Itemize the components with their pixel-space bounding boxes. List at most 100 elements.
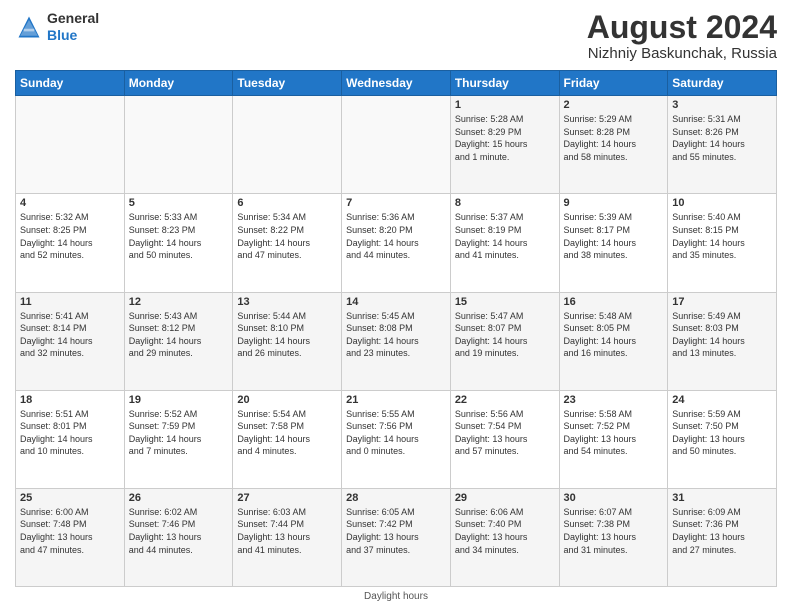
col-friday: Friday xyxy=(559,71,668,96)
day-number: 30 xyxy=(564,492,664,504)
page: General Blue August 2024 Nizhniy Baskunc… xyxy=(0,0,792,612)
day-number: 20 xyxy=(237,394,337,406)
day-info: Sunrise: 5:37 AM Sunset: 8:19 PM Dayligh… xyxy=(455,211,555,261)
day-number: 5 xyxy=(129,197,229,209)
day-number: 23 xyxy=(564,394,664,406)
day-number: 26 xyxy=(129,492,229,504)
day-number: 6 xyxy=(237,197,337,209)
day-info: Sunrise: 6:02 AM Sunset: 7:46 PM Dayligh… xyxy=(129,506,229,556)
day-number: 13 xyxy=(237,296,337,308)
table-row: 2 Sunrise: 5:29 AM Sunset: 8:28 PM Daylig… xyxy=(559,96,668,194)
table-row: 28 Sunrise: 6:05 AM Sunset: 7:42 PM Dayli… xyxy=(342,488,451,586)
table-row: 29 Sunrise: 6:06 AM Sunset: 7:40 PM Dayli… xyxy=(450,488,559,586)
logo-general: General xyxy=(47,10,99,27)
table-row: 15Sunrise: 5:47 AM Sunset: 8:07 PM Dayli… xyxy=(450,292,559,390)
day-info: Sunrise: 6:03 AM Sunset: 7:44 PM Dayligh… xyxy=(237,506,337,556)
col-tuesday: Tuesday xyxy=(233,71,342,96)
table-row xyxy=(16,96,125,194)
calendar-header-row: Sunday Monday Tuesday Wednesday Thursday… xyxy=(16,71,777,96)
table-row xyxy=(124,96,233,194)
day-number: 3 xyxy=(672,99,772,111)
day-info: Sunrise: 5:52 AM Sunset: 7:59 PM Dayligh… xyxy=(129,408,229,458)
day-info: Sunrise: 5:39 AM Sunset: 8:17 PM Dayligh… xyxy=(564,211,664,261)
day-number: 12 xyxy=(129,296,229,308)
day-number: 24 xyxy=(672,394,772,406)
table-row: 27 Sunrise: 6:03 AM Sunset: 7:44 PM Dayli… xyxy=(233,488,342,586)
day-info: Sunrise: 5:29 AM Sunset: 8:28 PM Dayligh… xyxy=(564,113,664,163)
title-section: August 2024 Nizhniy Baskunchak, Russia xyxy=(587,10,777,62)
day-info: Sunrise: 5:59 AM Sunset: 7:50 PM Dayligh… xyxy=(672,408,772,458)
day-info: Sunrise: 5:41 AM Sunset: 8:14 PM Dayligh… xyxy=(20,310,120,360)
day-info: Sunrise: 5:51 AM Sunset: 8:01 PM Dayligh… xyxy=(20,408,120,458)
day-info: Sunrise: 5:55 AM Sunset: 7:56 PM Dayligh… xyxy=(346,408,446,458)
table-row: 19 Sunrise: 5:52 AM Sunset: 7:59 PM Dayli… xyxy=(124,390,233,488)
logo-icon xyxy=(15,13,43,41)
day-number: 31 xyxy=(672,492,772,504)
day-info: Sunrise: 5:34 AM Sunset: 8:22 PM Dayligh… xyxy=(237,211,337,261)
table-row: 23 Sunrise: 5:58 AM Sunset: 7:52 PM Dayli… xyxy=(559,390,668,488)
table-row: 26 Sunrise: 6:02 AM Sunset: 7:46 PM Dayli… xyxy=(124,488,233,586)
table-row: 20Sunrise: 5:54 AM Sunset: 7:58 PM Dayli… xyxy=(233,390,342,488)
day-number: 17 xyxy=(672,296,772,308)
week-row-3: 18Sunrise: 5:51 AM Sunset: 8:01 PM Dayli… xyxy=(16,390,777,488)
day-info: Sunrise: 6:05 AM Sunset: 7:42 PM Dayligh… xyxy=(346,506,446,556)
day-number: 28 xyxy=(346,492,446,504)
logo-blue: Blue xyxy=(47,27,99,44)
table-row: 24 Sunrise: 5:59 AM Sunset: 7:50 PM Dayli… xyxy=(668,390,777,488)
table-row: 5Sunrise: 5:33 AM Sunset: 8:23 PM Daylig… xyxy=(124,194,233,292)
day-number: 7 xyxy=(346,197,446,209)
col-sunday: Sunday xyxy=(16,71,125,96)
table-row: 25Sunrise: 6:00 AM Sunset: 7:48 PM Dayli… xyxy=(16,488,125,586)
table-row: 13 Sunrise: 5:44 AM Sunset: 8:10 PM Dayli… xyxy=(233,292,342,390)
col-wednesday: Wednesday xyxy=(342,71,451,96)
day-info: Sunrise: 5:32 AM Sunset: 8:25 PM Dayligh… xyxy=(20,211,120,261)
table-row xyxy=(233,96,342,194)
day-number: 11 xyxy=(20,296,120,308)
day-info: Sunrise: 6:06 AM Sunset: 7:40 PM Dayligh… xyxy=(455,506,555,556)
day-info: Sunrise: 6:07 AM Sunset: 7:38 PM Dayligh… xyxy=(564,506,664,556)
table-row: 6 Sunrise: 5:34 AM Sunset: 8:22 PM Daylig… xyxy=(233,194,342,292)
day-info: Sunrise: 6:00 AM Sunset: 7:48 PM Dayligh… xyxy=(20,506,120,556)
table-row: 17 Sunrise: 5:49 AM Sunset: 8:03 PM Dayli… xyxy=(668,292,777,390)
day-info: Sunrise: 5:31 AM Sunset: 8:26 PM Dayligh… xyxy=(672,113,772,163)
table-row: 11 Sunrise: 5:41 AM Sunset: 8:14 PM Dayli… xyxy=(16,292,125,390)
table-row: 8Sunrise: 5:37 AM Sunset: 8:19 PM Daylig… xyxy=(450,194,559,292)
day-number: 29 xyxy=(455,492,555,504)
day-number: 14 xyxy=(346,296,446,308)
table-row: 3 Sunrise: 5:31 AM Sunset: 8:26 PM Daylig… xyxy=(668,96,777,194)
week-row-1: 4 Sunrise: 5:32 AM Sunset: 8:25 PM Daylig… xyxy=(16,194,777,292)
day-info: Sunrise: 5:58 AM Sunset: 7:52 PM Dayligh… xyxy=(564,408,664,458)
day-number: 19 xyxy=(129,394,229,406)
table-row: 7Sunrise: 5:36 AM Sunset: 8:20 PM Daylig… xyxy=(342,194,451,292)
table-row: 22 Sunrise: 5:56 AM Sunset: 7:54 PM Dayli… xyxy=(450,390,559,488)
table-row: 1 Sunrise: 5:28 AM Sunset: 8:29 PM Daylig… xyxy=(450,96,559,194)
table-row: 4 Sunrise: 5:32 AM Sunset: 8:25 PM Daylig… xyxy=(16,194,125,292)
day-info: Sunrise: 5:56 AM Sunset: 7:54 PM Dayligh… xyxy=(455,408,555,458)
table-row: 12 Sunrise: 5:43 AM Sunset: 8:12 PM Dayli… xyxy=(124,292,233,390)
day-number: 4 xyxy=(20,197,120,209)
day-number: 1 xyxy=(455,99,555,111)
day-number: 27 xyxy=(237,492,337,504)
calendar-table: Sunday Monday Tuesday Wednesday Thursday… xyxy=(15,70,777,587)
day-number: 22 xyxy=(455,394,555,406)
day-info: Sunrise: 5:28 AM Sunset: 8:29 PM Dayligh… xyxy=(455,113,555,163)
col-saturday: Saturday xyxy=(668,71,777,96)
week-row-4: 25Sunrise: 6:00 AM Sunset: 7:48 PM Dayli… xyxy=(16,488,777,586)
table-row: 18Sunrise: 5:51 AM Sunset: 8:01 PM Dayli… xyxy=(16,390,125,488)
month-title: August 2024 xyxy=(587,10,777,45)
logo: General Blue xyxy=(15,10,99,44)
table-row: 14 Sunrise: 5:45 AM Sunset: 8:08 PM Dayli… xyxy=(342,292,451,390)
table-row: 31 Sunrise: 6:09 AM Sunset: 7:36 PM Dayli… xyxy=(668,488,777,586)
table-row: 9Sunrise: 5:39 AM Sunset: 8:17 PM Daylig… xyxy=(559,194,668,292)
day-info: Sunrise: 5:49 AM Sunset: 8:03 PM Dayligh… xyxy=(672,310,772,360)
day-info: Sunrise: 5:45 AM Sunset: 8:08 PM Dayligh… xyxy=(346,310,446,360)
day-number: 2 xyxy=(564,99,664,111)
day-info: Sunrise: 6:09 AM Sunset: 7:36 PM Dayligh… xyxy=(672,506,772,556)
day-info: Sunrise: 5:43 AM Sunset: 8:12 PM Dayligh… xyxy=(129,310,229,360)
table-row: 10Sunrise: 5:40 AM Sunset: 8:15 PM Dayli… xyxy=(668,194,777,292)
day-info: Sunrise: 5:44 AM Sunset: 8:10 PM Dayligh… xyxy=(237,310,337,360)
day-number: 16 xyxy=(564,296,664,308)
day-number: 21 xyxy=(346,394,446,406)
day-info: Sunrise: 5:40 AM Sunset: 8:15 PM Dayligh… xyxy=(672,211,772,261)
footer: Daylight hours xyxy=(15,591,777,602)
